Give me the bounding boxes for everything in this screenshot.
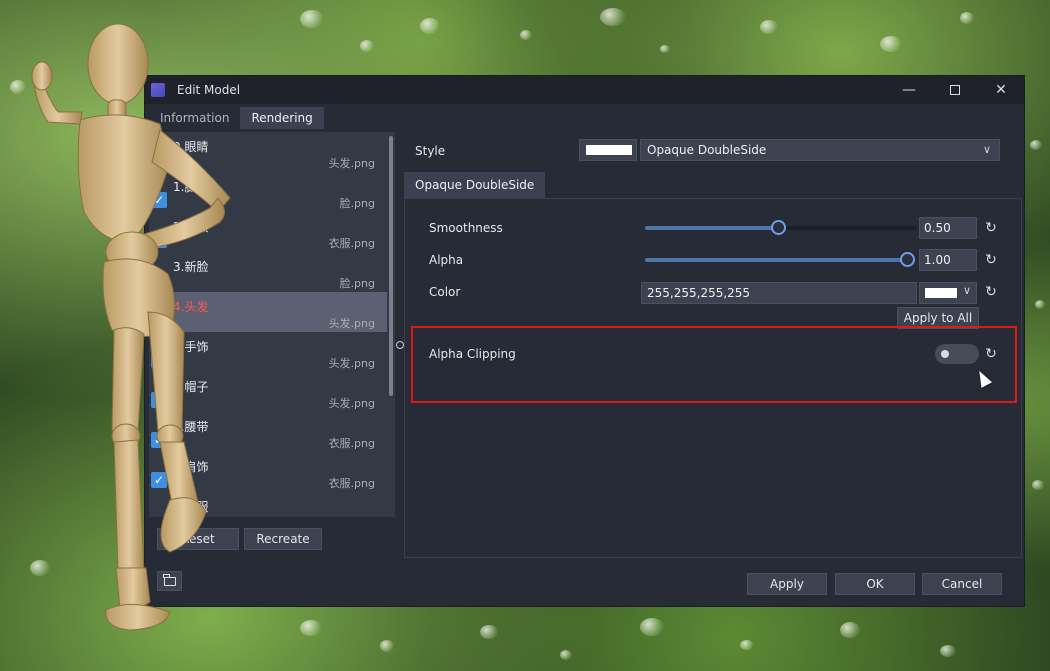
smoothness-slider[interactable] xyxy=(645,220,917,235)
style-dropdown[interactable]: Opaque DoubleSide ∨ xyxy=(640,139,1000,161)
part-file: 头发.png xyxy=(328,357,375,370)
minimize-icon: — xyxy=(902,82,916,98)
close-icon: ✕ xyxy=(995,82,1007,98)
wooden-mannequin xyxy=(31,23,231,631)
part-file: 衣服.png xyxy=(328,437,375,450)
alpha-label: Alpha xyxy=(429,253,464,267)
alpha-slider[interactable] xyxy=(645,252,915,267)
refresh-icon[interactable]: ↻ xyxy=(983,220,999,236)
slider-thumb[interactable] xyxy=(771,220,786,235)
ok-button[interactable]: OK xyxy=(835,573,915,595)
slider-thumb[interactable] xyxy=(900,252,915,267)
chevron-down-icon: ∨ xyxy=(962,284,971,297)
style-label: Style xyxy=(415,144,446,158)
swatch-color xyxy=(586,145,632,155)
slider-fill xyxy=(645,258,907,262)
maximize-icon xyxy=(950,85,960,95)
cancel-button[interactable]: Cancel xyxy=(922,573,1002,595)
smoothness-value-field[interactable]: 0.50 xyxy=(919,217,977,239)
recreate-button[interactable]: Recreate xyxy=(244,528,322,550)
color-picker-button[interactable]: ∨ xyxy=(919,282,977,304)
part-file: 衣服.png xyxy=(328,237,375,250)
refresh-icon[interactable]: ↻ xyxy=(983,252,999,268)
minimize-button[interactable]: — xyxy=(886,76,932,104)
smoothness-label: Smoothness xyxy=(429,221,503,235)
part-file: 脸.png xyxy=(339,197,375,210)
part-file: 头发.png xyxy=(328,397,375,410)
color-value-field[interactable]: 255,255,255,255 xyxy=(641,282,917,304)
panel-splitter-handle[interactable] xyxy=(396,341,404,349)
part-file: 衣服.png xyxy=(328,477,375,490)
part-file: 头发.png xyxy=(328,157,375,170)
tab-opaque-doubleside[interactable]: Opaque DoubleSide xyxy=(404,172,546,198)
list-scrollbar[interactable] xyxy=(389,136,393,396)
chevron-down-icon: ∨ xyxy=(982,143,991,156)
style-color-swatch[interactable] xyxy=(579,139,637,161)
close-button[interactable]: ✕ xyxy=(978,76,1024,104)
part-file: 衣服 xyxy=(353,515,375,517)
tab-rendering[interactable]: Rendering xyxy=(240,107,324,129)
style-dropdown-value: Opaque DoubleSide xyxy=(647,143,767,157)
apply-button[interactable]: Apply xyxy=(747,573,827,595)
part-file: 脸.png xyxy=(339,277,375,290)
maximize-button[interactable] xyxy=(932,76,978,104)
slider-fill xyxy=(645,226,779,230)
edit-model-dialog: Edit Model — ✕ Information Rendering 0.眼… xyxy=(144,75,1025,607)
refresh-icon[interactable]: ↻ xyxy=(983,284,999,300)
color-swatch xyxy=(925,288,957,298)
color-label: Color xyxy=(429,285,461,299)
highlight-box xyxy=(411,326,1017,403)
title-bar[interactable]: Edit Model — ✕ xyxy=(145,76,1024,104)
part-file: 头发.png xyxy=(328,317,375,330)
alpha-value-field[interactable]: 1.00 xyxy=(919,249,977,271)
